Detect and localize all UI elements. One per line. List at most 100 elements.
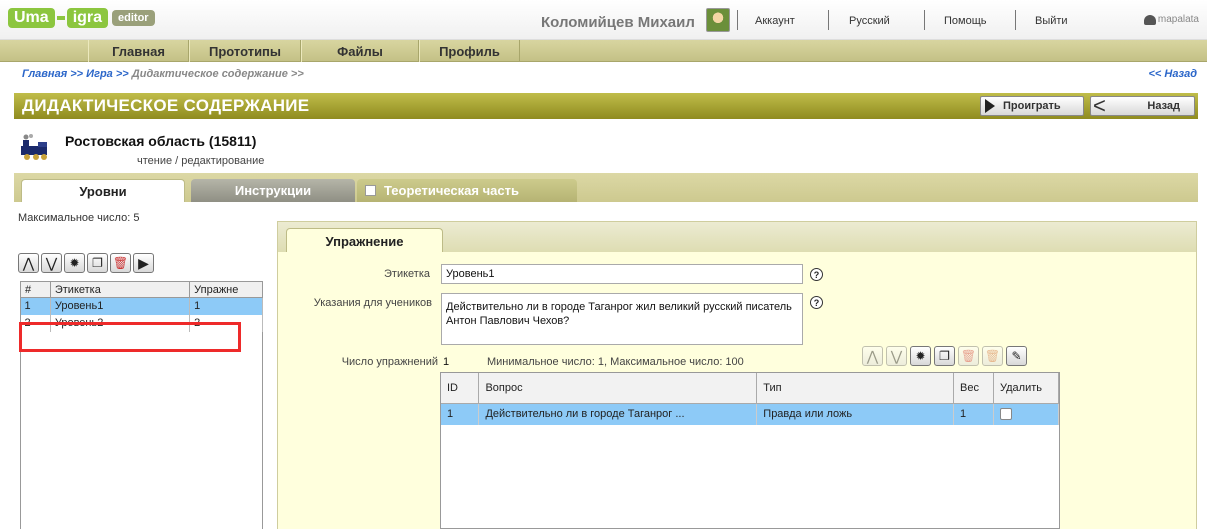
divider [737,10,738,30]
exercise-count-value: 1 [443,356,450,368]
help-icon[interactable]: ? [810,296,823,309]
divider [1015,10,1016,30]
label-input[interactable]: Уровень1 [441,264,803,284]
exercise-toolbar: ⋀ ⋁ ✹ ❐ 🗑 🗑 ✎ [862,346,1027,366]
nav-profile[interactable]: Профиль [419,40,520,62]
chevron-up-icon: ⋀ [22,254,35,271]
copy-exercise-button[interactable]: ❐ [934,346,955,366]
tab-exercise[interactable]: Упражнение [286,228,443,254]
table-row[interactable]: 1 Действительно ли в городе Таганрог ...… [441,403,1059,425]
divider [828,10,829,30]
nav-files[interactable]: Файлы [301,40,419,62]
top-bar: Uma igra editor Коломийцев Михаил Аккаун… [0,0,1207,40]
logout-link[interactable]: Выйти [1035,15,1068,27]
table-row[interactable]: 1 Уровень1 1 [20,297,263,315]
instructions-caption: Указания для учеников [313,297,432,309]
project-title: Ростовская область (15811) [65,133,257,149]
breadcrumb: Главная >> Игра >> Дидактическое содержа… [22,68,304,80]
trash-icon: 🗑 [112,256,129,270]
help-link[interactable]: Помощь [944,15,987,27]
copy-button[interactable]: ❐ [87,253,108,273]
page-title: ДИДАКТИЧЕСКОЕ СОДЕРЖАНИЕ [22,96,310,115]
tab-instructions[interactable]: Инструкции [191,179,355,202]
sparkle-icon: ✹ [69,256,80,270]
tab-strip: Уровни Инструкции Теоретическая часть [14,173,1198,202]
play-button[interactable]: Проиграть [980,96,1084,116]
play-icon: ▶ [138,254,149,271]
nav-home[interactable]: Главная [88,40,189,62]
exercise-count-limits: Минимальное число: 1, Максимальное число… [487,356,744,368]
delete-button[interactable]: 🗑 [110,253,131,273]
back-link[interactable]: << Назад [1149,68,1198,80]
column-header[interactable]: Упражне [189,281,263,298]
chevron-up-icon: ⋀ [866,347,879,364]
breadcrumb-separator: >> [70,68,84,80]
exercise-weight: 1 [953,403,994,425]
editor-badge: editor [112,10,155,26]
tab-levels[interactable]: Уровни [21,179,185,202]
levels-toolbar: ⋀ ⋁ ✹ ❐ 🗑 ▶ [18,253,154,273]
nav-prototypes[interactable]: Прототипы [189,40,301,62]
move-up-button[interactable]: ⋀ [862,346,883,366]
main-nav: Главная Прототипы Файлы Профиль [0,40,1207,62]
app-logo[interactable]: Uma igra editor [8,6,155,30]
level-count: 1 [189,297,263,315]
play-button-label: Проиграть [1003,100,1061,112]
column-header[interactable]: Вес [953,373,994,404]
trash-icon: 🗑 [960,349,977,363]
level-num: 1 [20,297,51,315]
trash-icon: 🗑 [984,349,1001,363]
label-caption: Этикетка [384,268,430,280]
chevron-down-icon: ⋁ [45,254,58,271]
back-button[interactable]: < Назад [1090,93,1195,118]
move-down-button[interactable]: ⋁ [41,253,62,273]
brand-logo: mapalata [1143,14,1199,25]
language-link[interactable]: Русский [849,15,890,27]
tab-theory[interactable]: Теоретическая часть [357,179,577,202]
edit-button[interactable]: ✎ [1006,346,1027,366]
breadcrumb-separator: >> [115,68,129,80]
breadcrumb-separator: >> [290,68,304,80]
delete-exercise-button[interactable]: 🗑 [958,346,979,366]
train-icon [21,134,47,160]
sparkle-icon: ✹ [915,349,926,363]
column-header[interactable]: ID [441,373,480,404]
back-button-label: Назад [1147,100,1180,112]
pencil-icon: ✎ [1011,349,1022,363]
title-bar: ДИДАКТИЧЕСКОЕ СОДЕРЖАНИЕ Проиграть < Наз… [14,93,1198,119]
tab-theory-label: Теоретическая часть [384,183,519,198]
logo-part-igra: igra [66,8,109,28]
copy-icon: ❐ [92,256,103,270]
avatar [706,8,730,32]
breadcrumb-game[interactable]: Игра [86,68,113,80]
breadcrumb-current: Дидактическое содержание [131,68,288,80]
delete-checkbox[interactable] [1000,408,1012,421]
theory-checkbox[interactable] [365,185,376,196]
divider [924,10,925,30]
delete-cell [993,403,1059,425]
column-header[interactable]: Вопрос [478,373,758,404]
exercise-count-caption: Число упражнений [341,356,438,368]
delete-all-button[interactable]: 🗑 [982,346,1003,366]
copy-icon: ❐ [939,349,950,363]
exercise-tab-strip: Упражнение [277,221,1197,254]
column-header[interactable]: Этикетка [49,281,191,298]
account-link[interactable]: Аккаунт [755,15,795,27]
instructions-textarea[interactable]: Действительно ли в городе Таганрог жил в… [441,293,803,345]
breadcrumb-home[interactable]: Главная [22,68,67,80]
chevron-left-icon: < [1093,93,1106,118]
move-up-button[interactable]: ⋀ [18,253,39,273]
column-header[interactable]: Тип [756,373,955,404]
help-icon[interactable]: ? [810,268,823,281]
exercise-id: 1 [441,403,480,425]
logo-part-uma: Uma [8,8,55,28]
new-exercise-button[interactable]: ✹ [910,346,931,366]
new-button[interactable]: ✹ [64,253,85,273]
highlight-box [19,322,241,352]
brand-name: mapalata [1157,14,1199,25]
exercise-type: Правда или ложь [756,403,955,425]
column-header[interactable]: Удалить [993,373,1059,404]
move-down-button[interactable]: ⋁ [886,346,907,366]
column-header[interactable]: # [20,281,51,298]
play-level-button[interactable]: ▶ [133,253,154,273]
